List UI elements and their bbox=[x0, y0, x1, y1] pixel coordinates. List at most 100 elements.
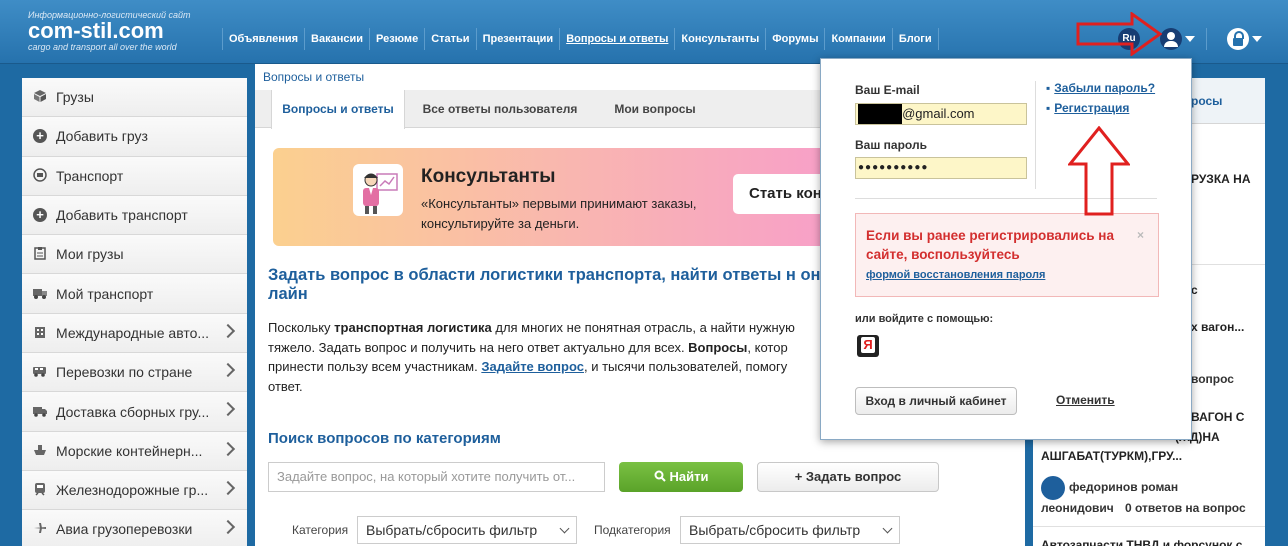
boxes-icon bbox=[32, 89, 48, 105]
register-link[interactable]: ▪ Регистрация bbox=[1046, 101, 1155, 115]
ask-question-link[interactable]: Задайте вопрос bbox=[481, 359, 584, 374]
email-label: Ваш E-mail bbox=[855, 83, 920, 97]
nav-consultants[interactable]: Консультанты bbox=[674, 28, 765, 50]
tab-questions-answers[interactable]: Вопросы и ответы bbox=[271, 90, 405, 129]
nav-blogs[interactable]: Блоги bbox=[891, 28, 939, 50]
ask-question-button[interactable]: + Задать вопрос bbox=[757, 462, 939, 492]
password-recovery-link[interactable]: формой восстановления пароля bbox=[866, 269, 1045, 281]
yandex-icon[interactable] bbox=[857, 335, 879, 357]
info-alert: Если вы ранее регистрировались на сайте,… bbox=[855, 213, 1159, 297]
question-item[interactable]: АШГАБАТ(ТУРКМ),ГРУ... bbox=[1041, 449, 1182, 463]
cancel-link[interactable]: Отменить bbox=[1056, 393, 1115, 407]
chevron-right-icon bbox=[220, 323, 236, 338]
password-field[interactable]: ●●●●●●●●●● bbox=[855, 157, 1027, 179]
question-item[interactable]: х вагон... bbox=[1191, 320, 1244, 334]
question-item[interactable]: Автозапчасти ТНВД и форсунок с bbox=[1041, 538, 1242, 546]
chevron-right-icon bbox=[220, 402, 236, 417]
user-menu-button[interactable] bbox=[1160, 28, 1196, 50]
sidebar-item-label: Мои грузы bbox=[56, 246, 124, 263]
nav-presentations[interactable]: Презентации bbox=[475, 28, 560, 50]
sidebar-item-label: Авиа грузоперевозки bbox=[56, 521, 193, 538]
nav-companies[interactable]: Компании bbox=[824, 28, 891, 50]
sidebar-item-label: Добавить транспорт bbox=[56, 207, 188, 224]
sidebar-item-add-transport[interactable]: + Добавить транспорт bbox=[22, 195, 247, 236]
user-name-2[interactable]: леонидович bbox=[1041, 501, 1114, 515]
close-icon[interactable]: × bbox=[1137, 228, 1144, 242]
plus-circle-icon: + bbox=[32, 128, 48, 144]
annotation-arrow-right-icon bbox=[1076, 12, 1162, 56]
banner-description: «Консультанты» первыми принимают заказы,… bbox=[421, 196, 697, 231]
category-select[interactable]: Выбрать/сбросить фильтр bbox=[357, 516, 577, 544]
nav-qa[interactable]: Вопросы и ответы bbox=[559, 28, 674, 50]
search-input[interactable]: Задайте вопрос, на который хотите получи… bbox=[268, 462, 605, 492]
password-label: Ваш пароль bbox=[855, 138, 927, 152]
sidebar-item-label: Морские контейнерн... bbox=[56, 442, 203, 459]
user-icon bbox=[1160, 28, 1182, 50]
sidebar-item-domestic[interactable]: Перевозки по стране bbox=[22, 353, 247, 393]
plane-icon bbox=[32, 521, 48, 537]
search-heading: Поиск вопросов по категориям bbox=[268, 430, 501, 447]
alert-message: Если вы ранее регистрировались на сайте,… bbox=[866, 228, 1114, 262]
sidebar-item-label: Международные авто... bbox=[56, 324, 210, 341]
breadcrumb[interactable]: Вопросы и ответы bbox=[263, 70, 364, 84]
avatar[interactable] bbox=[1041, 476, 1065, 500]
answers-count: 0 ответов на вопрос bbox=[1125, 501, 1246, 515]
sidebar-item-international[interactable]: Международные авто... bbox=[22, 313, 247, 354]
chevron-right-icon bbox=[220, 441, 236, 456]
login-dropdown: Ваш E-mail mininini@gmail.com Ваш пароль… bbox=[820, 58, 1192, 440]
logo-slogan: cargo and transport all over the world bbox=[28, 42, 177, 52]
question-item[interactable]: с bbox=[1191, 283, 1198, 297]
logo-name[interactable]: com-stil.com bbox=[28, 20, 191, 42]
tab-my-questions[interactable]: Мои вопросы bbox=[605, 90, 705, 128]
sidebar-item-transport[interactable]: Транспорт bbox=[22, 156, 247, 196]
login-button[interactable]: Вход в личный кабинет bbox=[855, 387, 1017, 415]
lock-menu-button[interactable] bbox=[1227, 28, 1263, 50]
tab-user-answers[interactable]: Все ответы пользователя bbox=[415, 90, 585, 128]
sidebar-item-air[interactable]: Авиа грузоперевозки bbox=[22, 510, 247, 546]
sidebar-item-label: Железнодорожные гр... bbox=[56, 482, 209, 499]
sidebar-item-add-cargo[interactable]: + Добавить груз bbox=[22, 117, 247, 157]
intro-paragraph: Поскольку транспортная логистика для мно… bbox=[268, 320, 795, 394]
sidebar-item-rail[interactable]: Железнодорожные гр... bbox=[22, 470, 247, 511]
chevron-down-icon bbox=[1185, 36, 1195, 42]
search-icon bbox=[654, 470, 666, 482]
plus-circle-icon: + bbox=[32, 207, 48, 223]
nav-forums[interactable]: Форумы bbox=[765, 28, 824, 50]
sidebar-item-label: Перевозки по стране bbox=[56, 364, 193, 381]
sidebar-item-label: Мой транспорт bbox=[56, 285, 154, 302]
sidebar-item-label: Транспорт bbox=[56, 167, 124, 184]
forgot-password-link[interactable]: ▪ Забыли пароль? bbox=[1046, 81, 1155, 95]
building-icon bbox=[32, 325, 48, 341]
lock-icon bbox=[1227, 28, 1249, 50]
consultant-illustration-icon bbox=[353, 164, 403, 216]
sidebar-item-my-cargo[interactable]: Мои грузы bbox=[22, 235, 247, 275]
nav-ads[interactable]: Объявления bbox=[222, 28, 304, 50]
sidebar-item-consolidated[interactable]: Доставка сборных гру... bbox=[22, 392, 247, 432]
delivery-truck-icon bbox=[32, 404, 48, 420]
main-nav: Объявления Вакансии Резюме Статьи Презен… bbox=[222, 28, 939, 50]
email-field[interactable]: mininini@gmail.com bbox=[855, 103, 1027, 125]
train-icon bbox=[32, 482, 48, 498]
divider bbox=[1033, 526, 1265, 527]
site-logo[interactable]: Информационно-логистический сайт com-sti… bbox=[28, 10, 191, 52]
truck-front-icon bbox=[32, 167, 48, 184]
user-name[interactable]: федоринов роман bbox=[1069, 480, 1178, 494]
sidebar-item-label: Добавить груз bbox=[56, 128, 148, 145]
sidebar-item-my-transport[interactable]: Мой транспорт bbox=[22, 274, 247, 314]
ship-icon bbox=[32, 443, 48, 459]
consultants-banner[interactable]: Консультанты «Консультанты» первыми прин… bbox=[273, 148, 873, 246]
annotation-arrow-up-icon bbox=[1068, 126, 1130, 216]
clipboard-icon bbox=[32, 246, 48, 262]
answers-count: вопрос bbox=[1191, 372, 1234, 386]
nav-articles[interactable]: Статьи bbox=[424, 28, 475, 50]
find-button[interactable]: Найти bbox=[619, 462, 743, 492]
subcategory-select[interactable]: Выбрать/сбросить фильтр bbox=[680, 516, 900, 544]
chevron-right-icon bbox=[220, 520, 236, 535]
nav-vacancies[interactable]: Вакансии bbox=[304, 28, 369, 50]
header-separator bbox=[1206, 28, 1207, 50]
question-item[interactable]: РУЗКА НА bbox=[1191, 172, 1250, 186]
nav-resume[interactable]: Резюме bbox=[369, 28, 424, 50]
sidebar-item-cargo[interactable]: Грузы bbox=[22, 78, 247, 118]
sidebar-item-sea[interactable]: Морские контейнерн... bbox=[22, 431, 247, 471]
question-item[interactable]: ВАГОН С bbox=[1191, 410, 1244, 424]
